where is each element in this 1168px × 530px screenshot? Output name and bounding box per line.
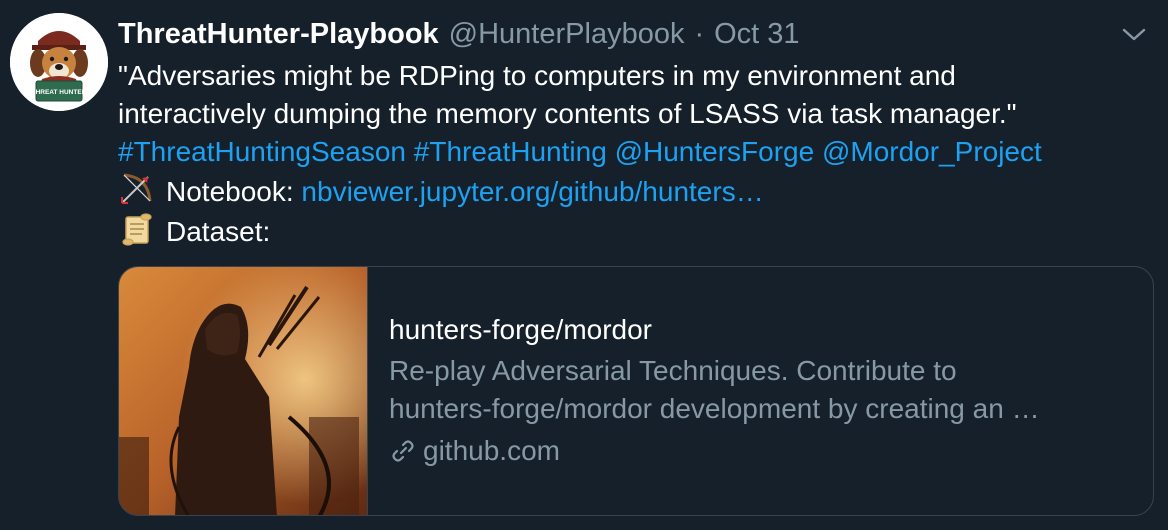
avatar[interactable]: THREAT HUNTER: [10, 13, 108, 111]
card-title: hunters-forge/mordor: [389, 314, 653, 345]
tweet[interactable]: THREAT HUNTER ThreatHunter-Playbook @Hun…: [0, 0, 1168, 530]
notebook-line: Notebook: nbviewer.jupyter.org/github/hu…: [118, 171, 1148, 211]
avatar-sign-text: THREAT HUNTER: [32, 89, 87, 96]
tweet-text: "Adversaries might be RDPing to computer…: [118, 57, 1148, 251]
tweet-text-line: "Adversaries might be RDPing to computer…: [118, 60, 956, 91]
user-handle[interactable]: @HunterPlaybook: [449, 18, 685, 51]
card-text: hunters-forge/mordor Re-play Adversarial…: [389, 311, 1129, 470]
notebook-label: Notebook:: [166, 176, 294, 207]
mention-link[interactable]: @Mordor_Project: [822, 136, 1042, 167]
card-description-line: hunters-forge/mordor development by crea…: [389, 393, 1040, 424]
bow-and-arrow-icon: [121, 173, 152, 204]
tweet-date[interactable]: Oct 31: [714, 18, 799, 51]
card-description: Re-play Adversarial Techniques. Contribu…: [389, 352, 1129, 428]
tweet-header: ThreatHunter-Playbook @HunterPlaybook · …: [118, 14, 800, 54]
chevron-down-icon[interactable]: [1120, 22, 1148, 46]
tweet-text-line: interactively dumping the memory content…: [118, 98, 1017, 129]
link-icon: [392, 440, 414, 462]
dataset-line: Dataset:: [118, 211, 1148, 251]
card-domain: github.com: [389, 432, 1129, 470]
separator-dot: ·: [694, 17, 705, 50]
dataset-label: Dataset:: [166, 216, 271, 247]
notebook-link[interactable]: nbviewer.jupyter.org/github/hunters…: [301, 176, 763, 207]
display-name[interactable]: ThreatHunter-Playbook: [118, 18, 439, 51]
card-image[interactable]: [119, 267, 368, 515]
mention-link[interactable]: @HuntersForge: [615, 136, 815, 167]
scroll-icon: [122, 213, 152, 246]
card-domain-text: github.com: [423, 435, 560, 466]
link-card[interactable]: hunters-forge/mordor Re-play Adversarial…: [118, 266, 1154, 516]
hashtag-link[interactable]: #ThreatHunting: [414, 136, 607, 167]
card-description-line: Re-play Adversarial Techniques. Contribu…: [389, 355, 957, 386]
hashtag-link[interactable]: #ThreatHuntingSeason: [118, 136, 406, 167]
hashtags-line: #ThreatHuntingSeason #ThreatHunting @Hun…: [118, 133, 1148, 171]
